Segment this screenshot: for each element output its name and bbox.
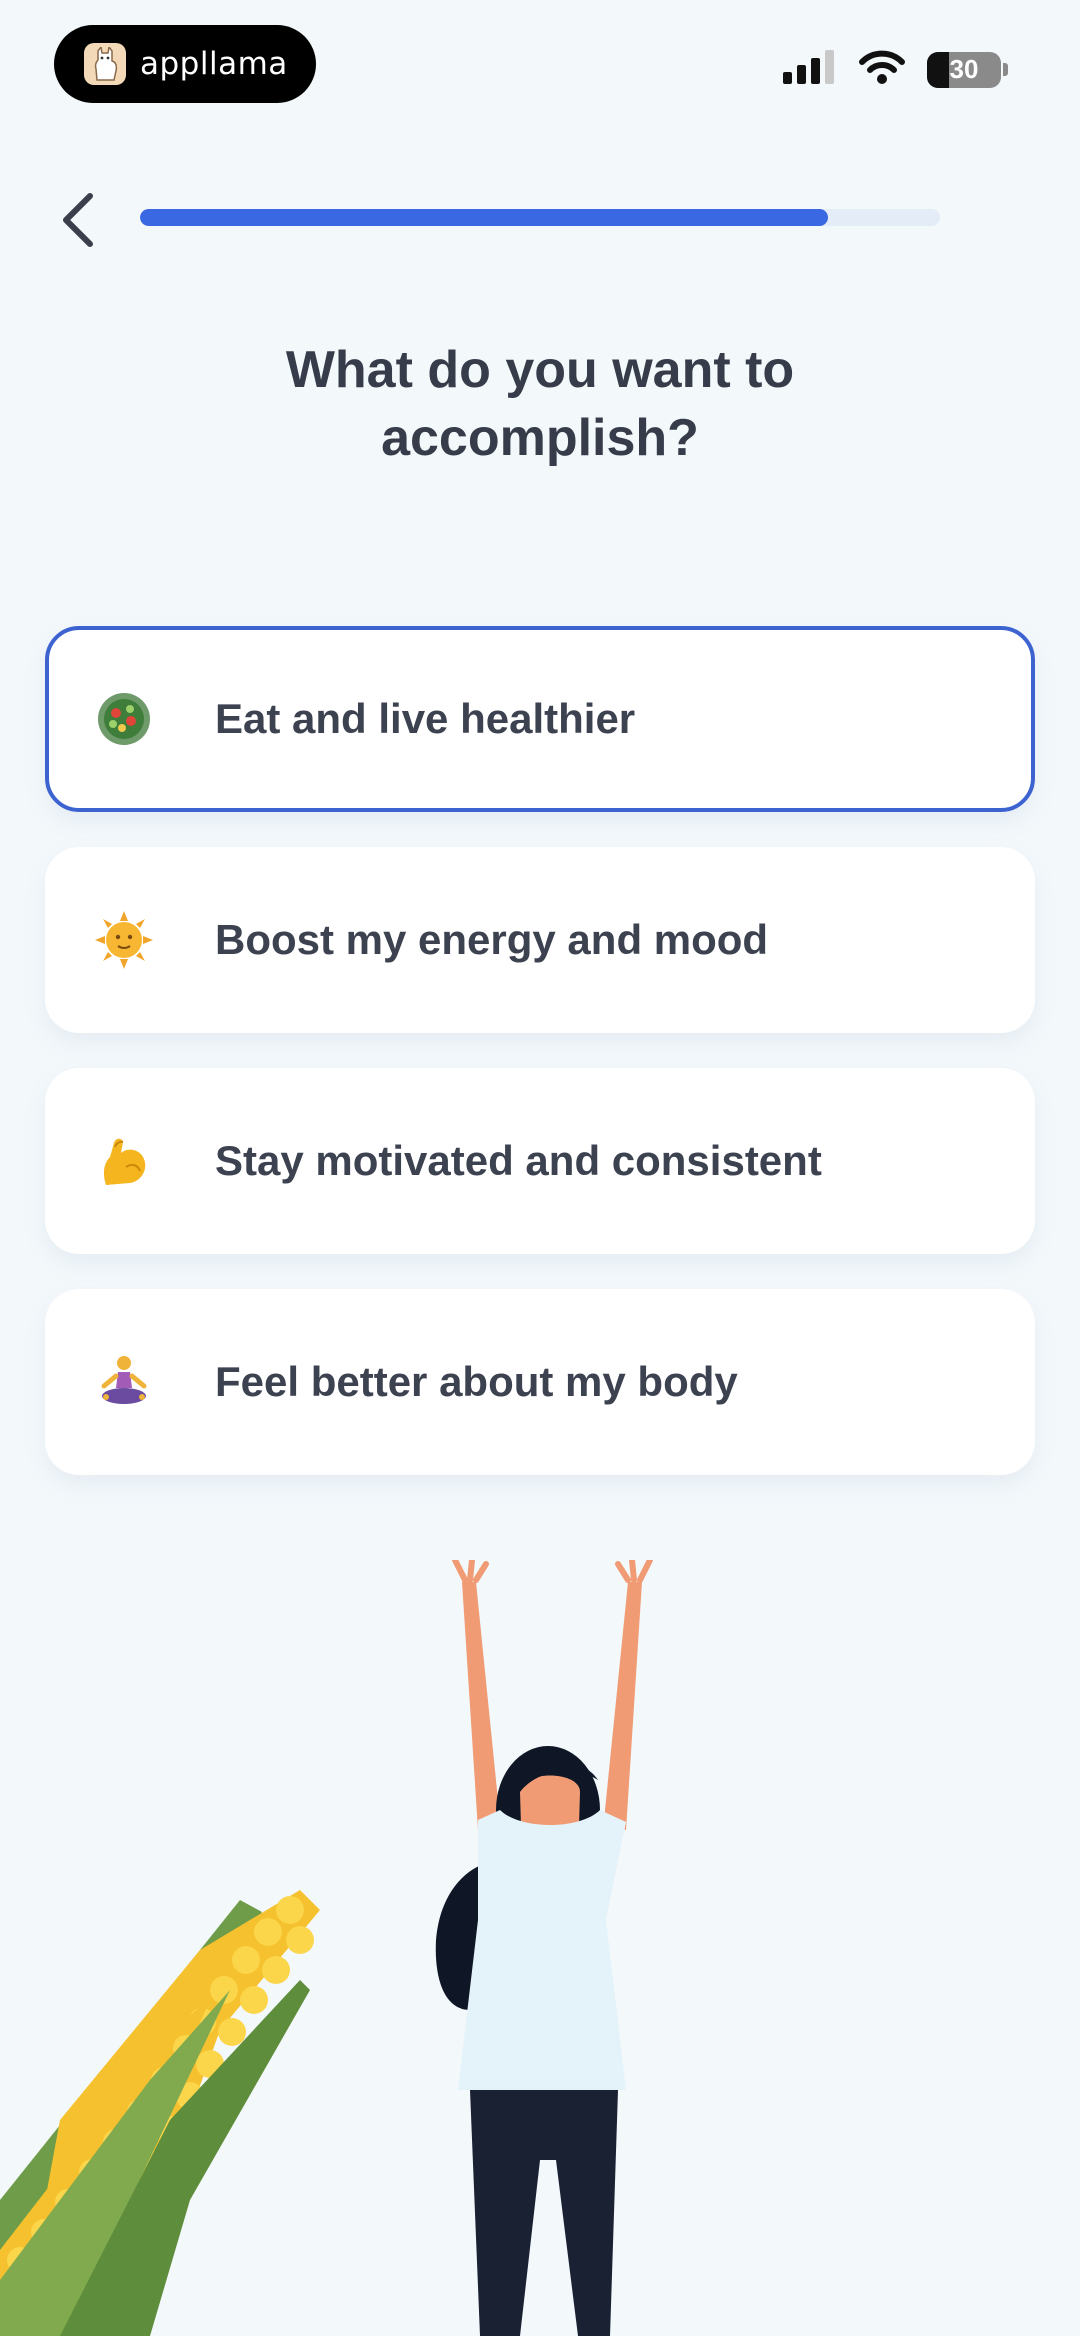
battery-percentage: 30 xyxy=(949,54,979,84)
brand-pill: appllama xyxy=(54,25,316,103)
battery-indicator: 30 xyxy=(927,51,1001,88)
option-label: Feel better about my body xyxy=(215,1358,738,1405)
option-label: Boost my energy and mood xyxy=(215,916,769,963)
flexed-biceps-icon xyxy=(93,1133,155,1189)
option-boost-energy[interactable]: Boost my energy and mood xyxy=(45,847,1035,1033)
page-title: What do you want to accomplish? xyxy=(285,341,795,467)
option-label: Stay motivated and consistent xyxy=(215,1137,822,1184)
salad-icon xyxy=(93,691,155,747)
woman-figure xyxy=(435,1560,653,2336)
battery-tip xyxy=(1003,63,1008,76)
corn-illustration xyxy=(0,1890,320,2336)
sun-face-icon xyxy=(93,911,155,969)
meditation-icon xyxy=(93,1354,155,1410)
option-feel-better-body[interactable]: Feel better about my body xyxy=(45,1289,1035,1475)
chevron-left-icon xyxy=(63,193,93,247)
status-icons: 30 xyxy=(783,50,1008,89)
celebrating-woman-illustration xyxy=(0,1560,653,2336)
option-label: Eat and live healthier xyxy=(215,695,636,742)
llama-logo-icon xyxy=(84,43,126,85)
option-stay-motivated[interactable]: Stay motivated and consistent xyxy=(45,1068,1035,1254)
progress-bar-fill xyxy=(140,209,828,226)
onboarding-screen: appllama 30 What do you want to accompli… xyxy=(0,0,1080,2336)
goal-options: Eat and live healthier Boost my energy a… xyxy=(45,626,1035,1510)
cellular-signal-icon xyxy=(783,50,837,89)
wifi-icon xyxy=(859,50,905,89)
progress-bar xyxy=(140,209,940,226)
brand-name: appllama xyxy=(140,46,288,82)
back-button[interactable] xyxy=(50,188,106,252)
option-eat-healthier[interactable]: Eat and live healthier xyxy=(45,626,1035,812)
